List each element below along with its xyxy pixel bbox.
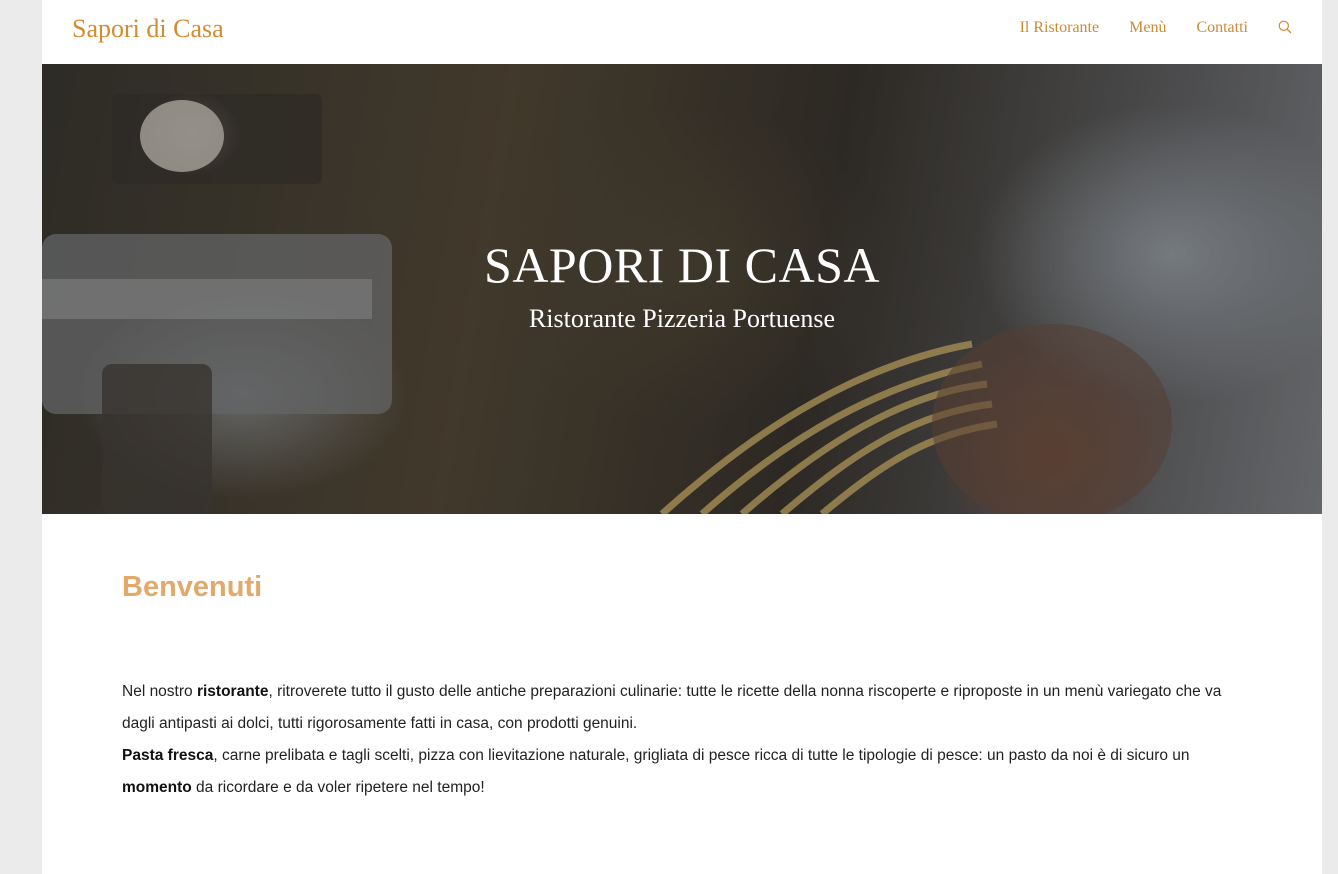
intro-text: , carne prelibata e tagli scelti, pizza … bbox=[213, 747, 1190, 764]
hero-subtitle: Ristorante Pizzeria Portuense bbox=[528, 304, 836, 333]
intro-text: da ricordare e da voler ripetere nel tem… bbox=[191, 779, 485, 796]
intro-bold: Pasta fresca bbox=[122, 747, 214, 764]
intro-text: Nel nostro bbox=[122, 683, 197, 700]
nav-item-menu[interactable]: Menù bbox=[1129, 19, 1166, 37]
site-header: Sapori di Casa Il Ristorante Menù Contat… bbox=[42, 0, 1322, 64]
hero-banner: SAPORI DI CASA Ristorante Pizzeria Portu… bbox=[42, 64, 1322, 514]
page: Sapori di Casa Il Ristorante Menù Contat… bbox=[42, 0, 1322, 874]
hero-title: SAPORI DI CASA bbox=[484, 237, 880, 293]
site-logo[interactable]: Sapori di Casa bbox=[72, 14, 224, 44]
nav-item-contatti[interactable]: Contatti bbox=[1196, 19, 1248, 37]
search-icon[interactable] bbox=[1278, 20, 1294, 36]
intro-bold: ristorante bbox=[196, 683, 269, 700]
intro-paragraph: Nel nostro ristorante, ritroverete tutto… bbox=[122, 676, 1252, 804]
main-nav: Il Ristorante Menù Contatti bbox=[990, 19, 1294, 37]
intro-bold: momento bbox=[122, 779, 192, 796]
nav-item-il-ristorante[interactable]: Il Ristorante bbox=[1020, 19, 1100, 37]
welcome-heading: Benvenuti bbox=[122, 571, 263, 603]
intro-text: , ritroverete tutto il gusto delle antic… bbox=[122, 683, 1222, 732]
